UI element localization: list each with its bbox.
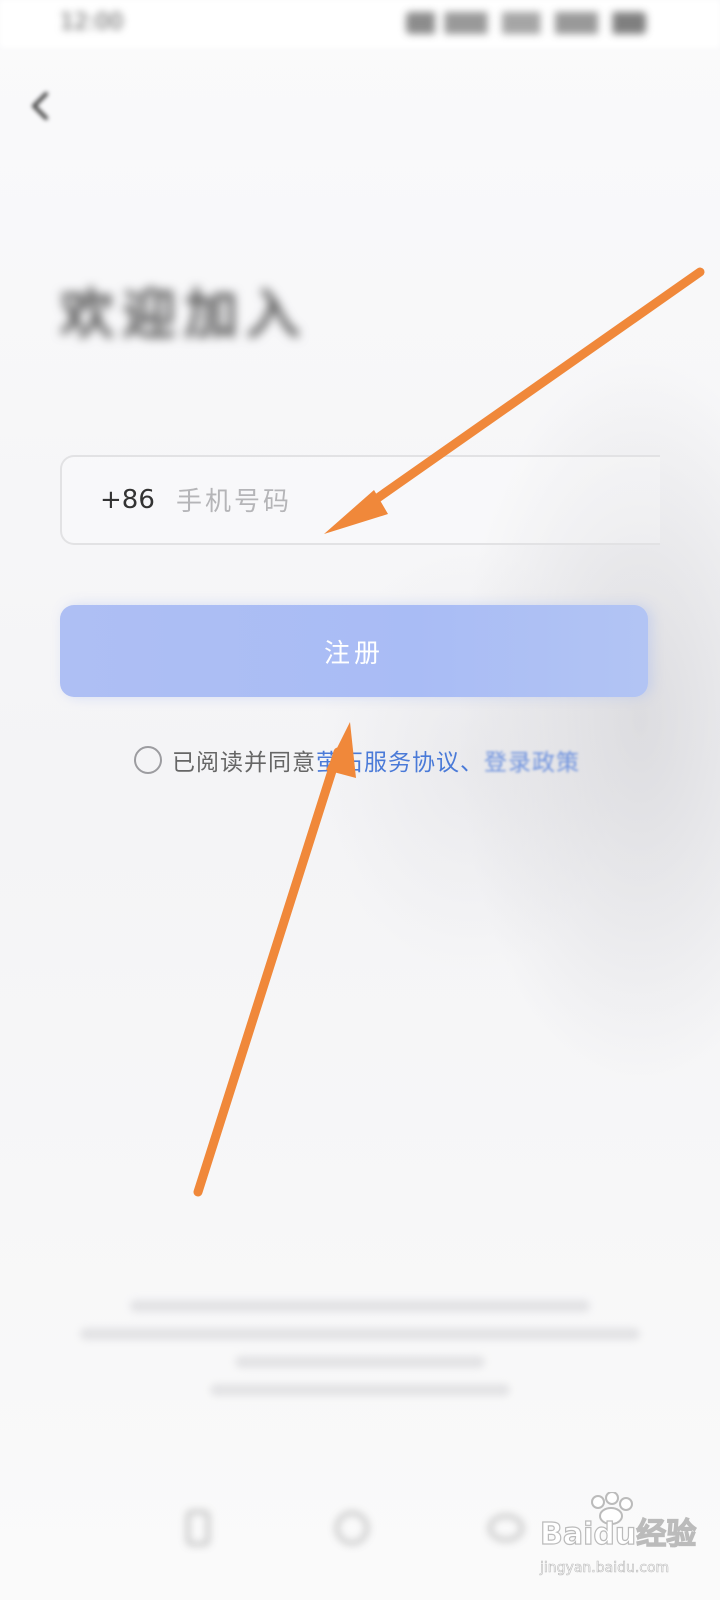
service-agreement-link[interactable]: 萤石服务协议 [316,743,460,777]
wechat-icon[interactable] [486,1508,526,1548]
watermark-brand: Baidu经验 [540,1517,696,1552]
status-icons [406,12,646,34]
legal-line [130,1300,590,1312]
watermark-url: jingyan.baidu.com [539,1560,669,1576]
register-button[interactable]: 注册 [60,605,648,697]
status-time: 12:00 [60,10,124,35]
service-link-part1: 萤 [316,750,340,776]
login-policy-link[interactable]: 登录政策 [484,743,580,777]
qq-icon[interactable] [332,1508,372,1548]
legal-line [235,1356,485,1368]
service-link-part2: 石服务协议 [340,750,460,776]
phone-icon[interactable] [178,1508,218,1548]
phone-field[interactable]: +86 [60,455,660,545]
legal-notice [80,1300,640,1412]
legal-line [210,1384,510,1396]
back-button[interactable] [22,86,62,126]
agreement-row: 已阅读并同意 萤石服务协议 、 登录政策 [134,743,580,777]
country-code[interactable]: +86 [100,485,155,515]
back-arrow-icon [32,92,48,120]
radio-unchecked-icon[interactable] [134,746,162,774]
page-title: 欢迎加入 [60,283,308,346]
phone-input[interactable] [174,477,598,527]
agreement-separator: 、 [460,750,484,776]
baidu-watermark: Baidu经验 jingyan.baidu.com [539,1492,697,1576]
agreement-prefix: 已阅读并同意 [172,750,316,776]
legal-line [80,1328,640,1340]
